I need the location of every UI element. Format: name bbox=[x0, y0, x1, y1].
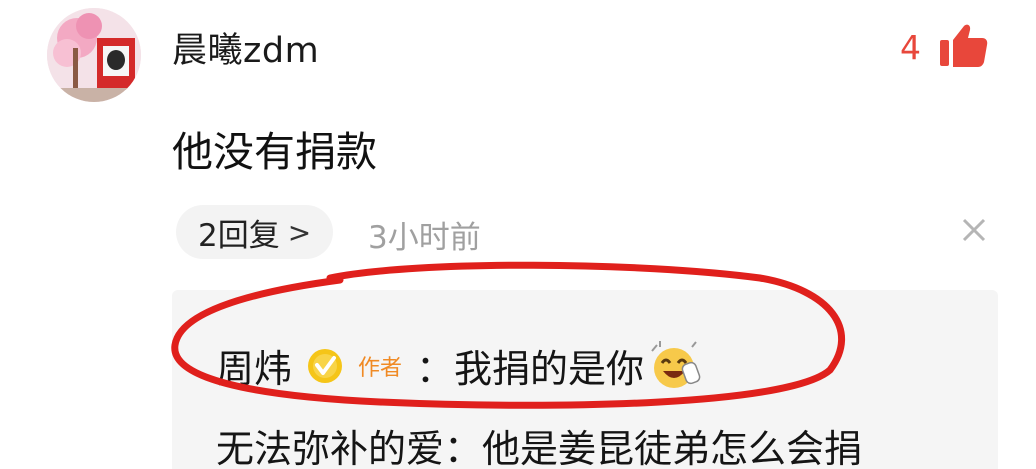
reply-author-name[interactable]: 无法弥补的爱 bbox=[216, 418, 444, 469]
reply-author-name[interactable]: 周炜 bbox=[216, 338, 292, 393]
chevron-right-icon: > bbox=[287, 215, 312, 249]
reply-separator: ： bbox=[416, 347, 455, 391]
avatar[interactable] bbox=[47, 8, 141, 102]
author-badge: 作者 bbox=[358, 355, 403, 381]
reply-item[interactable]: 无法弥补的爱 ： 他是姜昆徒弟怎么会捐 bbox=[216, 418, 862, 469]
reply-text: 我捐的是你 bbox=[454, 347, 645, 391]
reply-item[interactable]: 周炜 作者 ： 我捐的是你 bbox=[216, 338, 704, 393]
thumbs-up-icon[interactable] bbox=[938, 22, 988, 68]
timestamp: 3小时前 bbox=[368, 220, 481, 256]
close-icon[interactable] bbox=[958, 214, 990, 246]
like-count: 4 bbox=[900, 28, 921, 67]
reply-text: 他是姜昆徒弟怎么会捐 bbox=[482, 427, 863, 469]
reply-count-label: 2回复 bbox=[198, 217, 280, 254]
view-replies-button[interactable]: 2回复 > bbox=[176, 205, 334, 259]
laughing-emoji-icon bbox=[651, 340, 701, 388]
avatar-image bbox=[47, 8, 141, 102]
verified-badge-icon bbox=[308, 348, 343, 383]
reply-separator: ： bbox=[444, 427, 483, 469]
username[interactable]: 晨曦zdm bbox=[172, 22, 319, 73]
comment-text: 他没有捐款 bbox=[172, 128, 377, 176]
